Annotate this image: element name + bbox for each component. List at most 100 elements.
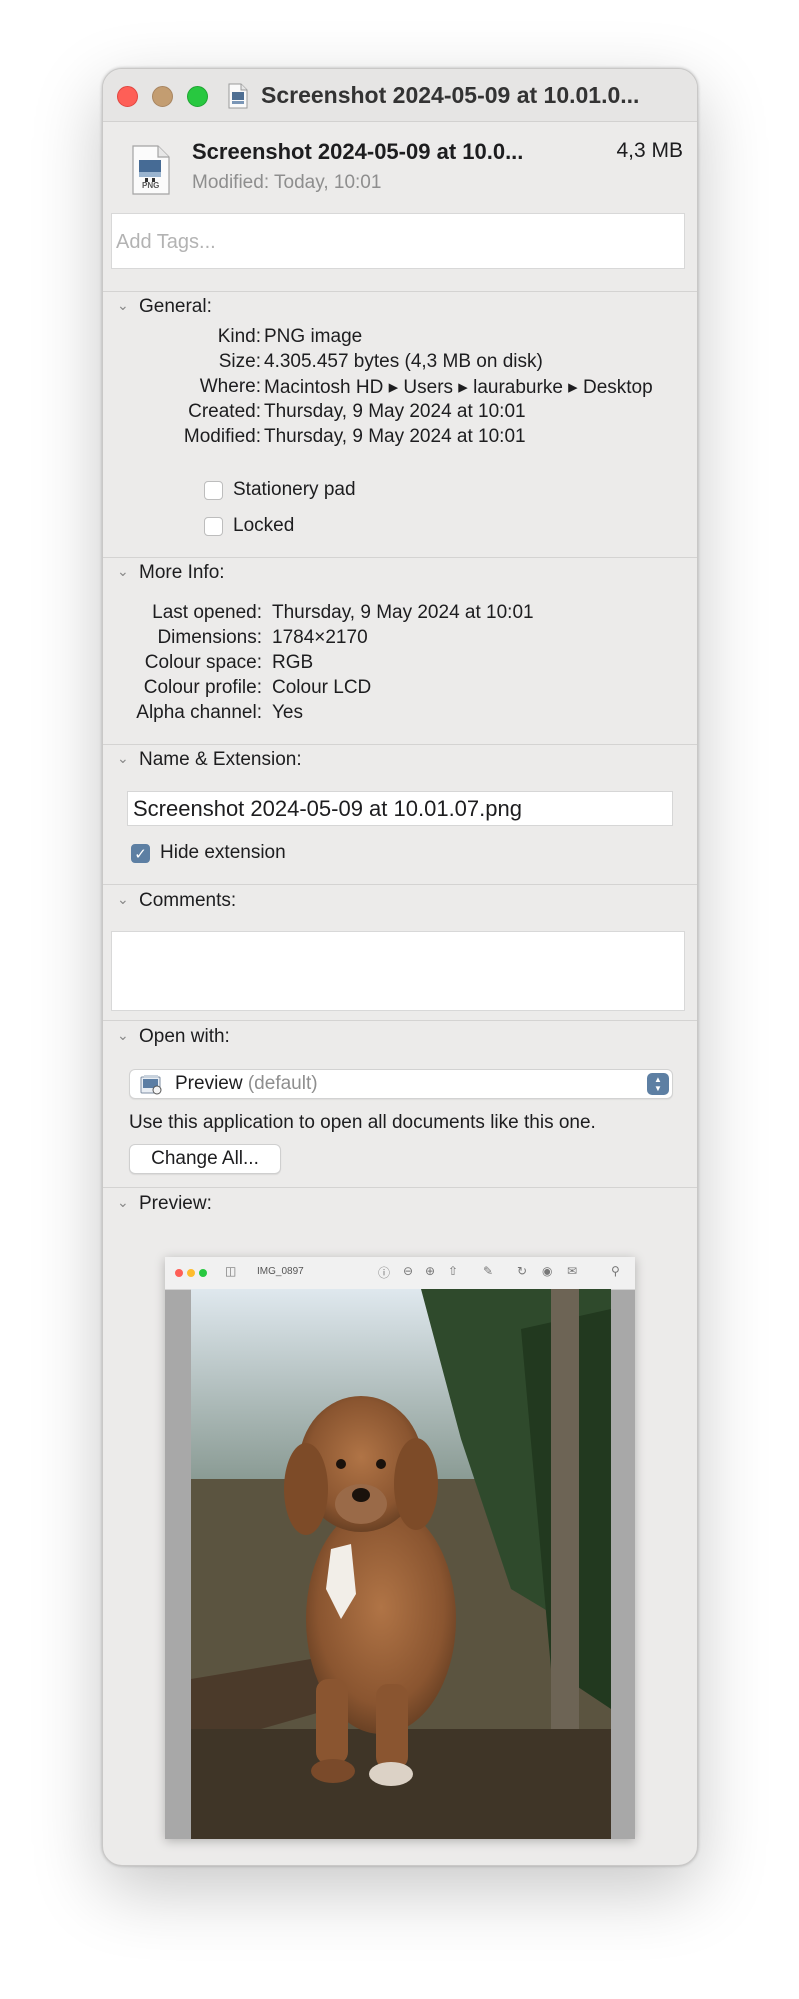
open-with-description: Use this application to open all documen…: [129, 1112, 596, 1133]
png-badge: PNG: [142, 181, 160, 190]
chevron-down-icon[interactable]: ⌄: [117, 891, 139, 908]
zoom-out-icon: ⊖: [403, 1264, 414, 1278]
info-label: Colour space:: [144, 652, 262, 673]
file-size: 4,3 MB: [616, 139, 683, 162]
info-value: 4.305.457 bytes (4,3 MB on disk): [264, 351, 543, 372]
minimize-button[interactable]: [152, 86, 173, 107]
info-value: Yes: [272, 702, 303, 723]
chevron-down-icon[interactable]: ⌄: [117, 1194, 139, 1211]
inner-zoom-dot: [199, 1269, 207, 1277]
preview-app-icon: [140, 1074, 164, 1101]
inner-min-dot: [187, 1269, 195, 1277]
rotate-icon: ↻: [517, 1264, 528, 1278]
comments-textarea[interactable]: [111, 931, 685, 1011]
info-row-size: Size: 4.305.457 bytes (4,3 MB on disk): [103, 351, 697, 375]
window-title: Screenshot 2024-05-09 at 10.01.0...: [261, 82, 640, 108]
preview-inner-toolbar: ◫ IMG_0897 ⓘ ⊖ ⊕ ⇧ ✎ ↻ ◉ ✉ ⚲: [165, 1257, 635, 1290]
close-button[interactable]: [117, 86, 138, 107]
checkbox-label: Hide extension: [160, 842, 286, 863]
info-row-modified: Modified: Thursday, 9 May 2024 at 10:01: [103, 426, 697, 450]
checkbox-box[interactable]: [204, 481, 223, 500]
info-value: Thursday, 9 May 2024 at 10:01: [264, 401, 526, 422]
info-value-path[interactable]: Macintosh HD ▸ Users ▸ lauraburke ▸ Desk…: [264, 376, 653, 399]
change-all-button[interactable]: Change All...: [129, 1144, 281, 1174]
zoom-in-icon: ⊕: [425, 1264, 436, 1278]
section-name-extension[interactable]: ⌄ Name & Extension:: [117, 749, 302, 771]
info-label: Colour profile:: [143, 677, 262, 698]
section-more-info[interactable]: ⌄ More Info:: [117, 562, 225, 584]
info-label: Modified:: [183, 426, 261, 447]
checkbox-box[interactable]: [204, 517, 223, 536]
info-label: Last opened:: [152, 602, 262, 623]
title-bar[interactable]: Screenshot 2024-05-09 at 10.01.0...: [103, 69, 697, 122]
info-label: Size:: [218, 351, 261, 372]
open-with-popup[interactable]: Preview (default) ▲ ▼: [129, 1069, 673, 1099]
file-modified: Modified: Today, 10:01: [192, 172, 382, 193]
chevron-down-icon[interactable]: ⌄: [117, 750, 139, 767]
search-icon: ⚲: [611, 1264, 620, 1278]
divider: [103, 557, 697, 558]
app-default-suffix: (default): [242, 1073, 318, 1094]
sidebar-icon: ◫: [225, 1264, 237, 1278]
section-general-heading: General:: [139, 296, 212, 317]
stationery-pad-checkbox[interactable]: Stationery pad: [204, 479, 504, 503]
get-info-window: Screenshot 2024-05-09 at 10.01.0... PNG …: [102, 68, 698, 1866]
info-row-colour-space: Colour space: RGB: [103, 652, 697, 676]
file-name-input[interactable]: [127, 791, 673, 826]
section-open-with[interactable]: ⌄ Open with:: [117, 1026, 230, 1048]
checkbox-label: Locked: [233, 515, 295, 536]
info-value: RGB: [272, 652, 314, 673]
info-label: Alpha channel:: [136, 702, 262, 723]
info-label: Kind:: [217, 326, 261, 347]
dog-photo: [191, 1289, 611, 1839]
info-label: Dimensions:: [157, 627, 262, 648]
info-value: 1784×2170: [272, 627, 368, 648]
section-preview[interactable]: ⌄ Preview:: [117, 1193, 212, 1215]
markup-icon: ✎: [483, 1264, 494, 1278]
section-open-with-heading: Open with:: [139, 1026, 230, 1047]
info-label: Created:: [188, 401, 261, 422]
zoom-button[interactable]: [187, 86, 208, 107]
info-label: Where:: [199, 376, 261, 397]
info-row-last-opened: Last opened: Thursday, 9 May 2024 at 10:…: [103, 602, 697, 626]
checkmark-icon[interactable]: ✓: [131, 844, 150, 863]
chevron-down-icon[interactable]: ⌄: [117, 1027, 139, 1044]
chevron-down-icon[interactable]: ⌄: [117, 563, 139, 580]
hide-extension-checkbox[interactable]: ✓ Hide extension: [131, 842, 431, 866]
section-preview-heading: Preview:: [139, 1193, 212, 1214]
divider: [103, 744, 697, 745]
info-value: Colour LCD: [272, 677, 372, 698]
popup-stepper-icon[interactable]: ▲ ▼: [647, 1073, 669, 1095]
preview-thumbnail: ◫ IMG_0897 ⓘ ⊖ ⊕ ⇧ ✎ ↻ ◉ ✉ ⚲: [165, 1257, 635, 1839]
divider: [103, 1020, 697, 1021]
checkbox-label: Stationery pad: [233, 479, 356, 500]
info-row-alpha-channel: Alpha channel: Yes: [103, 702, 697, 726]
info-value: PNG image: [264, 326, 363, 347]
title-file-icon: [227, 83, 249, 114]
tags-input[interactable]: [111, 213, 685, 269]
png-file-icon: PNG: [130, 144, 172, 201]
info-row-kind: Kind: PNG image: [103, 326, 697, 350]
preview-inner-title: IMG_0897: [257, 1266, 304, 1277]
annotate-icon: ◉: [542, 1264, 553, 1278]
file-name: Screenshot 2024-05-09 at 10.0...: [192, 139, 524, 164]
inner-close-dot: [175, 1269, 183, 1277]
info-row-colour-profile: Colour profile: Colour LCD: [103, 677, 697, 701]
divider: [103, 291, 697, 292]
locked-checkbox[interactable]: Locked: [204, 515, 504, 539]
info-value: Thursday, 9 May 2024 at 10:01: [264, 426, 526, 447]
app-name-text: Preview: [175, 1073, 243, 1094]
section-comments[interactable]: ⌄ Comments:: [117, 890, 236, 912]
chevron-down-icon[interactable]: ⌄: [117, 297, 139, 314]
section-name-extension-heading: Name & Extension:: [139, 749, 302, 770]
info-value: Thursday, 9 May 2024 at 10:01: [272, 602, 534, 623]
sign-icon: ✉: [567, 1264, 578, 1278]
info-row-where: Where: Macintosh HD ▸ Users ▸ lauraburke…: [103, 376, 697, 400]
section-comments-heading: Comments:: [139, 890, 237, 911]
section-general[interactable]: ⌄ General:: [117, 296, 212, 318]
info-row-dimensions: Dimensions: 1784×2170: [103, 627, 697, 651]
open-with-app-name: Preview (default): [175, 1073, 318, 1095]
section-more-info-heading: More Info:: [139, 562, 225, 583]
divider: [103, 1187, 697, 1188]
info-row-created: Created: Thursday, 9 May 2024 at 10:01: [103, 401, 697, 425]
